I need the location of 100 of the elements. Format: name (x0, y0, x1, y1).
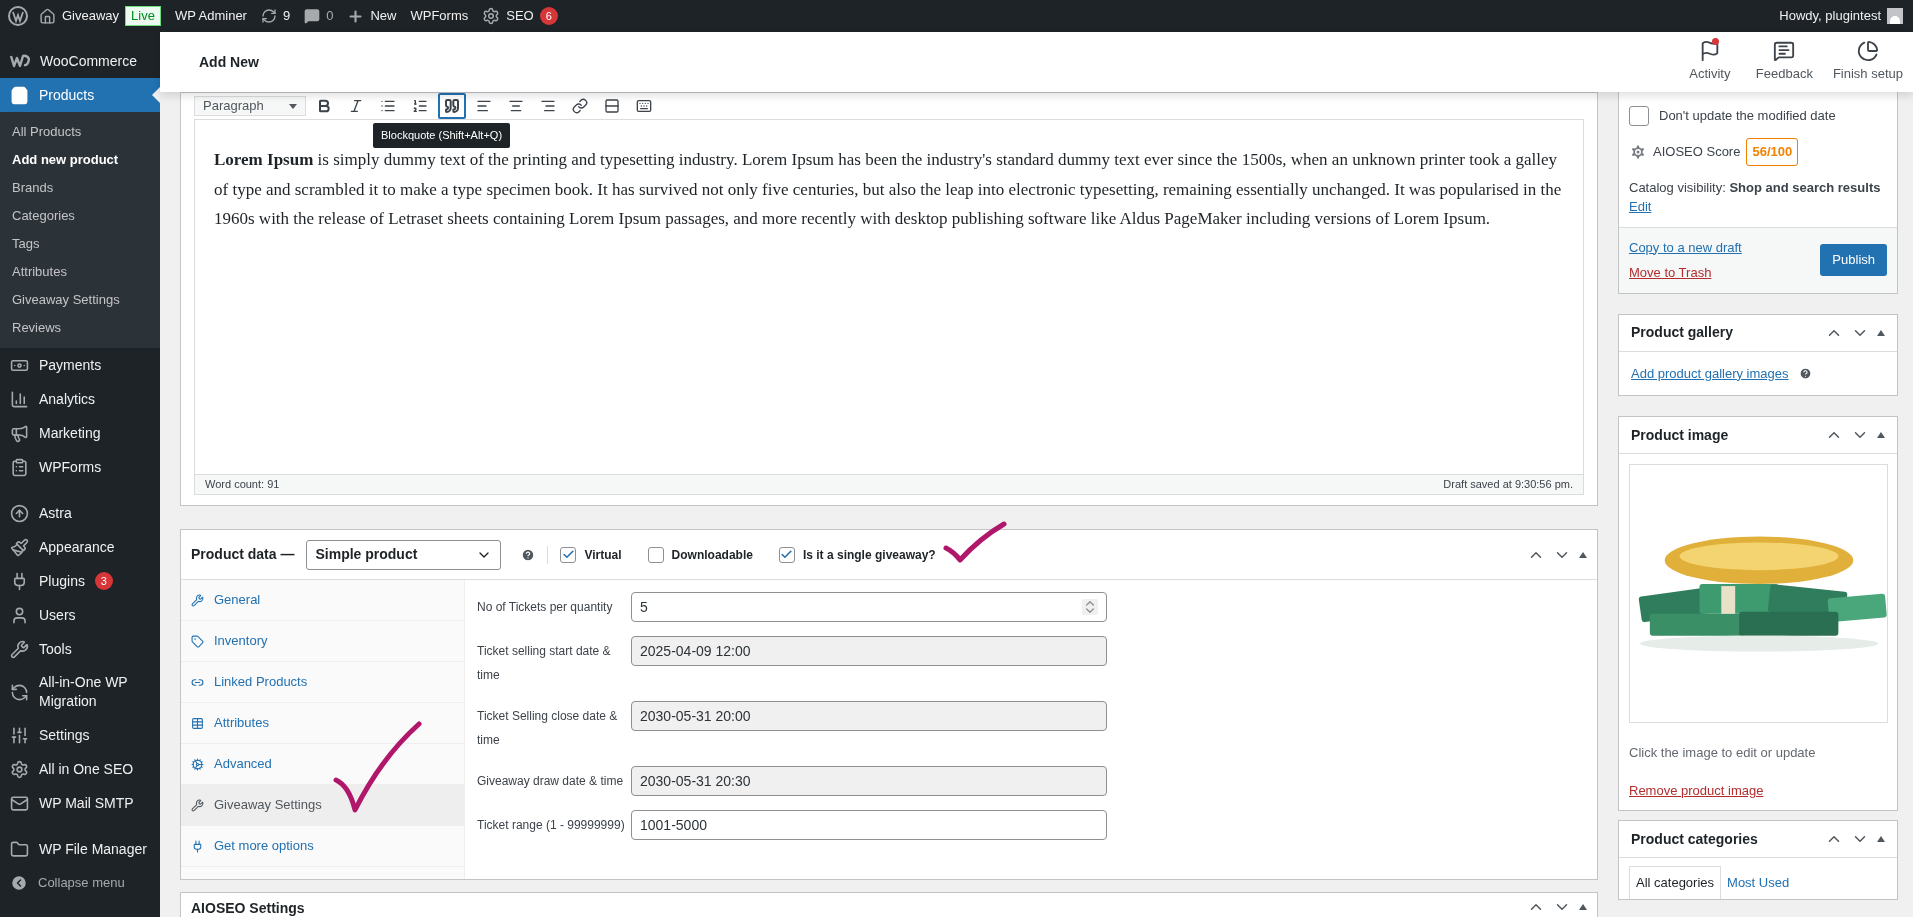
page-title: Add New (199, 52, 259, 72)
field-label: Ticket range (1 - 99999999) (477, 817, 626, 834)
admin-bar-link[interactable]: 0 (326, 6, 334, 26)
checkbox[interactable] (1629, 106, 1649, 126)
sidebar-item[interactable]: All in One SEO (0, 752, 160, 786)
header-action-button[interactable]: Activity (1673, 32, 1746, 92)
tag-icon (191, 634, 204, 648)
sidebar-item-label: Analytics (39, 389, 96, 409)
sidebar-item[interactable]: Users (0, 598, 160, 632)
panel-title: Product image (1631, 425, 1729, 445)
product-data-tab[interactable]: Linked Products (181, 662, 464, 703)
panel-title: Product categories (1631, 829, 1758, 849)
submenu-item[interactable]: Reviews (0, 314, 160, 342)
sidebar-item[interactable]: All-in-One WP Migration (0, 666, 160, 718)
sidebar-item-label: WPForms (39, 457, 102, 477)
admin-bar-link[interactable]: Giveaway (62, 6, 120, 26)
align-right-icon (540, 98, 556, 114)
admin-bar-link[interactable]: 9 (282, 6, 291, 26)
submenu-item[interactable]: Giveaway Settings (0, 286, 160, 314)
sidebar-item-label: Plugins (39, 571, 85, 591)
sidebar-item-label: Products (39, 85, 95, 105)
collapse-toggle-icon[interactable] (1877, 329, 1885, 336)
keyboard-icon (636, 98, 652, 114)
collapse-toggle-icon[interactable] (1579, 904, 1587, 910)
checkbox[interactable] (778, 546, 795, 563)
sidebar-item[interactable]: Appearance (0, 530, 160, 564)
product-data-tab[interactable]: General (181, 580, 464, 621)
copy-draft-link[interactable]: Copy to a new draft (1629, 237, 1742, 257)
sidebar-item[interactable]: Marketing (0, 416, 160, 450)
align-left-icon (476, 98, 492, 114)
wrench-icon (10, 639, 29, 659)
admin-bar-link[interactable]: WPForms (410, 6, 469, 26)
checkbox[interactable] (560, 546, 577, 563)
product-type-select[interactable]: Simple product (306, 539, 502, 570)
sidebar-item[interactable]: Products (0, 78, 160, 112)
category-tab[interactable]: Most Used (1721, 867, 1796, 899)
help-icon[interactable] (1798, 366, 1812, 380)
numbered-list-icon (412, 98, 428, 114)
comment-icon (304, 8, 321, 24)
help-icon[interactable] (521, 547, 536, 562)
collapse-toggle-icon[interactable] (1877, 432, 1885, 438)
submenu-item[interactable]: Add new product (0, 146, 160, 174)
add-gallery-link[interactable]: Add product gallery images (1631, 363, 1789, 383)
notification-count: 3 (94, 572, 113, 590)
bar-chart-icon (10, 389, 29, 409)
product-data-tab[interactable]: Giveaway Settings (181, 785, 464, 826)
checkbox-label: Don't update the modified date (1659, 107, 1836, 126)
sidebar-item[interactable]: Tools (0, 632, 160, 666)
admin-bar-link[interactable]: New (370, 6, 397, 26)
sidebar-item[interactable]: Payments (0, 348, 160, 382)
submenu-item[interactable]: Attributes (0, 258, 160, 286)
sidebar-item[interactable]: WP Mail SMTP (0, 786, 160, 820)
admin-bar-link[interactable]: SEO (506, 6, 534, 26)
sidebar-item-label: All-in-One WP Migration (39, 673, 129, 711)
sidebar-item[interactable]: Analytics (0, 382, 160, 416)
sidebar-item-label: Payments (39, 355, 102, 375)
arrow-circle-icon (10, 503, 29, 523)
format-select[interactable]: Paragraph (194, 96, 306, 116)
collapse-icon (10, 874, 28, 892)
header-action-button[interactable]: Feedback (1745, 32, 1823, 92)
collapse-menu-button[interactable]: Collapse menu (0, 866, 160, 900)
product-data-tab[interactable]: Attributes (181, 703, 464, 744)
submenu-item[interactable]: Brands (0, 174, 160, 202)
category-tab[interactable]: All categories (1629, 866, 1722, 899)
spinner-icon[interactable] (1082, 599, 1098, 615)
sidebar-item-label: Users (39, 605, 76, 625)
table-icon (191, 716, 204, 730)
sidebar-item[interactable]: WPForms (0, 450, 160, 484)
paintbrush-icon (10, 537, 29, 557)
submenu-item[interactable]: Tags (0, 230, 160, 258)
align-center-icon (508, 98, 524, 114)
remove-image-link[interactable]: Remove product image (1629, 780, 1887, 800)
submenu-item[interactable]: Categories (0, 202, 160, 230)
checkbox[interactable] (647, 546, 664, 563)
check-icon (561, 548, 575, 561)
wordpress-logo-icon[interactable] (8, 6, 28, 26)
sidebar-item[interactable]: Astra (0, 496, 160, 530)
user-greeting[interactable]: Howdy, plugintest (1779, 6, 1881, 26)
input-field[interactable]: 1001-5000 (631, 810, 1107, 840)
handwritten-check-drawing (943, 521, 1007, 562)
publish-button[interactable]: Publish (1820, 244, 1887, 276)
shopping-bag-icon (10, 85, 29, 105)
collapse-toggle-icon[interactable] (1877, 836, 1885, 842)
user-icon (10, 605, 29, 625)
submenu-item[interactable]: All Products (0, 118, 160, 146)
edit-link[interactable]: Edit (1629, 199, 1652, 214)
toolbar-button[interactable] (438, 93, 466, 119)
sidebar-item[interactable]: WP File Manager (0, 832, 160, 866)
feedback-icon (1773, 40, 1796, 63)
product-data-tab[interactable]: Get more options (181, 826, 464, 867)
product-data-tab[interactable]: Inventory (181, 621, 464, 662)
sidebar-item[interactable]: Plugins 3 (0, 564, 160, 598)
sidebar-item[interactable]: WooCommerce (0, 44, 160, 78)
sidebar-item[interactable]: Settings (0, 718, 160, 752)
input-field[interactable]: 5 (631, 592, 1107, 622)
mail-icon (10, 793, 29, 813)
header-action-button[interactable]: Finish setup (1822, 32, 1913, 92)
trash-link[interactable]: Move to Trash (1629, 263, 1742, 283)
collapse-toggle-icon[interactable] (1579, 551, 1587, 558)
admin-bar-link[interactable]: WP Adminer (174, 6, 247, 26)
